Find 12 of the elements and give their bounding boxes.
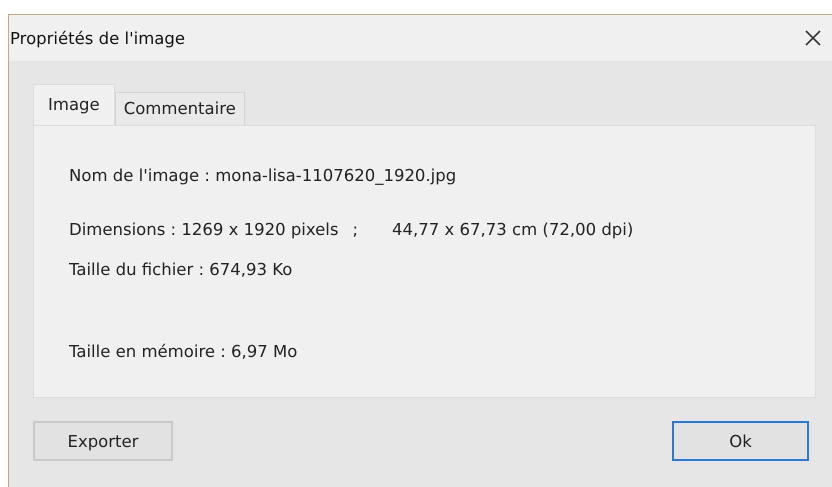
info-text: Nom de l'image : mona-lisa-1107620_1920.jpg [69,166,456,184]
tab[interactable]: Commentaire [114,92,245,125]
info-text: Taille en mémoire : 6,97 Mo [69,342,298,360]
tab[interactable]: Image [33,84,115,125]
info-text: Dimensions : 1269 x 1920 pixels [69,220,338,238]
info-text: ; [352,220,358,238]
info-text: Taille du fichier : 674,93 Ko [69,260,292,278]
info-text: 44,77 x 67,73 cm (72,00 dpi) [392,220,634,238]
close-icon[interactable] [804,29,822,47]
dialog-button[interactable]: Ok [672,421,809,461]
dialog-button[interactable]: Exporter [33,421,173,461]
window-title: Propriétés de l'image [10,28,186,48]
